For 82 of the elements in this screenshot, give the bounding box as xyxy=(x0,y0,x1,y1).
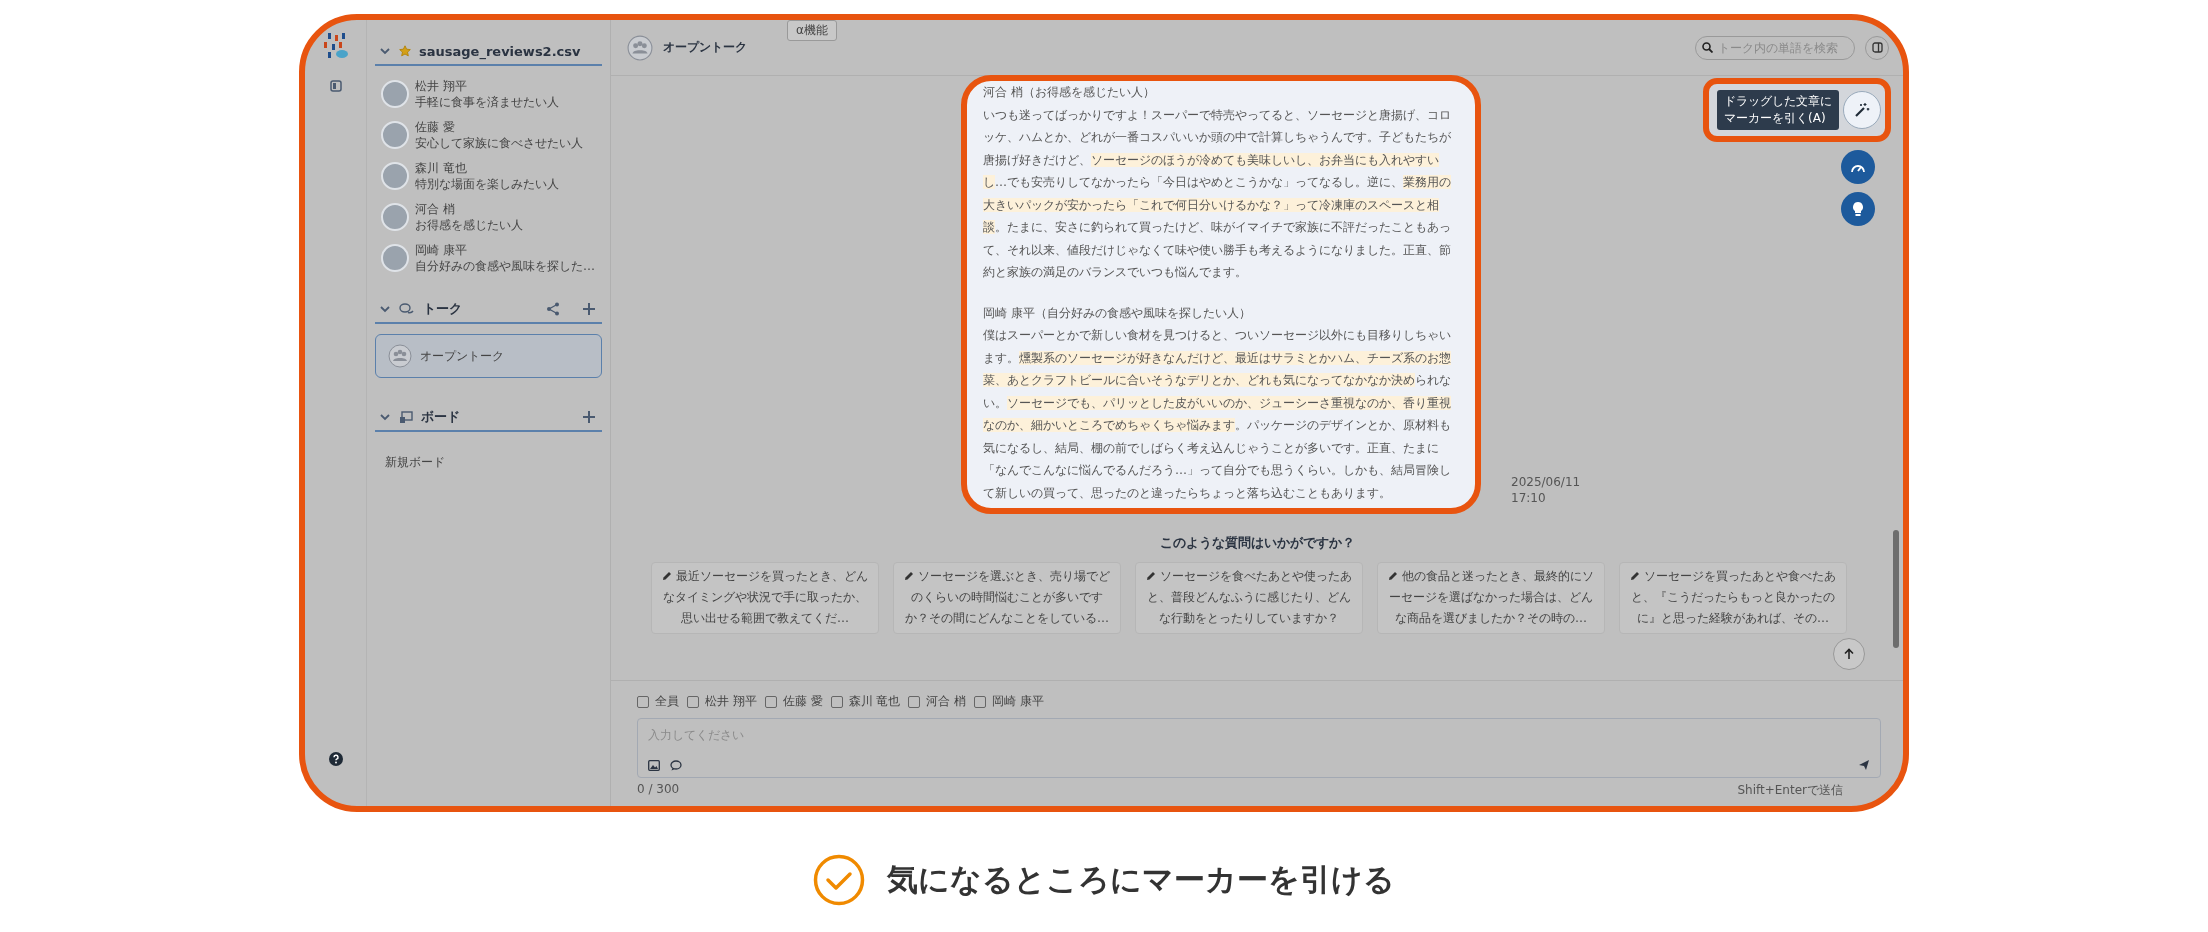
checkbox[interactable] xyxy=(764,695,777,708)
checkbox[interactable] xyxy=(830,695,843,708)
checkbox-label[interactable]: 岡崎 康平 xyxy=(992,693,1045,710)
pencil-icon xyxy=(1630,571,1640,581)
avatar xyxy=(381,244,409,272)
checkbox[interactable] xyxy=(687,695,699,708)
pencil-icon xyxy=(904,571,914,581)
chevron-icon[interactable] xyxy=(379,303,391,315)
talk-title: オープントーク xyxy=(663,39,748,56)
persona-description: 手軽に食事を済ませたい人 xyxy=(415,94,559,110)
alpha-badge: α機能 xyxy=(787,20,837,41)
search-icon xyxy=(1702,41,1713,53)
panel-icon xyxy=(1871,42,1883,53)
checkbox[interactable] xyxy=(908,695,921,708)
message-text: いつも迷ってばっかりですよ！スーパーで特売やってると、ソーセージと唐揚げ、コロッケ、ハムとか、どれが一番コスパいいか頭の中で計算しちゃうんです。子どもたちが唐揚げ好きだけど、ソーセージのほうが冷めても美味しいし、お弁当にも入れやすいし…でも安売りしてなかったら「今日はやめとこうかな」ってなるし。逆に、業務用の大きいパックが安かったら「これで何日分いけるかな？」って冷凍庫のスペースと相談。たまに、安さに釣られて買ったけど、味がイマイチで家族に不評だったこともあって、それ以来、値段だけじゃなくて味や使い勝手も考えるようになりました。正直、節約と家族の満足のバランスでいつも悩んでます。 xyxy=(983,106,1452,281)
chevron-icon[interactable] xyxy=(379,411,391,423)
persona-description: お得感を感じたい人 xyxy=(415,217,523,233)
scrollbar[interactable] xyxy=(1893,530,1899,648)
checkbox-label[interactable]: 河合 梢 xyxy=(926,693,967,710)
chevron-icon[interactable] xyxy=(379,45,391,57)
talk-item[interactable]: オープントーク xyxy=(375,334,602,378)
section-title: トーク xyxy=(423,300,463,318)
persona-name[interactable]: 松井 翔平 xyxy=(415,78,559,94)
suggestions-heading: このような質問はいかがですか？ xyxy=(1158,534,1356,552)
chat-bubbles-icon xyxy=(399,302,415,316)
pencil-icon xyxy=(662,571,672,581)
talk-item[interactable]: 新規ボード xyxy=(375,454,602,471)
caption: 気になるところにマーカーを引ける xyxy=(887,860,1395,899)
suggestion-card[interactable]: 最近ソーセージを買ったとき、どんなタイミングや状況で手に取ったか、思い出せる範囲で教えてくだ… xyxy=(651,562,879,634)
magic-wand-icon xyxy=(1854,102,1870,118)
checkbox-label[interactable]: 森川 竜也 xyxy=(848,693,901,710)
tooltip: ドラッグした文章に マーカーを引く(A) xyxy=(1717,90,1839,130)
image-icon[interactable] xyxy=(648,759,660,771)
persona-description: 安心して家族に食べさせたい人 xyxy=(415,135,583,151)
avatar xyxy=(381,203,409,231)
checkbox[interactable] xyxy=(974,695,987,708)
suggestion-card[interactable]: ソーセージを食べたあとや使ったあと、普段どんなふうに感じたり、どんな行動をとったりしていますか？ xyxy=(1135,562,1363,634)
suggestion-card[interactable]: ソーセージを選ぶとき、売り場でどのくらいの時間悩むことが多いですか？その間にどんなことをしている… xyxy=(893,562,1121,634)
checkbox-label[interactable]: 松井 翔平 xyxy=(705,693,757,710)
persona-name[interactable]: 河合 梢 xyxy=(415,201,523,217)
checkbox[interactable] xyxy=(637,695,649,708)
panel-toggle-icon[interactable] xyxy=(329,80,342,92)
pencil-icon xyxy=(1388,571,1398,581)
add-icon[interactable] xyxy=(582,410,596,424)
character-counter: 0 / 300 xyxy=(637,782,680,798)
persona-name[interactable]: 森川 竜也 xyxy=(415,160,559,176)
avatar xyxy=(381,80,409,108)
persona-description: 自分好みの食感や風味を探した… xyxy=(415,258,595,274)
gauge-button[interactable] xyxy=(1841,150,1875,184)
share-icon[interactable] xyxy=(546,302,560,316)
lightbulb-icon xyxy=(1851,201,1865,217)
marker-button[interactable] xyxy=(1843,91,1881,129)
speaker-name: 河合 梢（お得感を感じたい人） xyxy=(983,84,1156,101)
suggestion-card[interactable]: ソーセージを買ったあとや食べたあと、『こうだったらもっと良かったのに』と思った経験があれば、その… xyxy=(1619,562,1847,634)
suggestion-card[interactable]: 他の食品と迷ったとき、最終的にソーセージを選ばなかった場合は、どんな商品を選びましたか？その時の… xyxy=(1377,562,1605,634)
persona-name[interactable]: 岡崎 康平 xyxy=(415,242,595,258)
message-text: 僕はスーパーとかで新しい食材を見つけると、ついソーセージ以外にも目移りしちゃいます。燻製系のソーセージが好きなんだけど、最近はサラミとかハム、チーズ系のお惣菜、あとクラフトビールに合いそうなデリとか、どれも気になってなかなか決め られない。ソーセージでも、パリッとした皮がいいのか、ジューシーさ重視なのか、香り重視なのか、細かいところでめちゃくちゃ悩みます。パッケージのデザインとか、原材料も気になるし、結局、棚の前でしばらく考え込んじゃうことが多いです。正直、たまに「なんでこんなに悩んでるんだろう…」って自分でも思うくらい。しかも、結局冒険して新しいの買って、思ったのと違ったらちょっと落ち込むこともあります。 xyxy=(983,327,1452,502)
comment-icon[interactable] xyxy=(670,759,682,771)
board-icon xyxy=(399,410,413,424)
avatar xyxy=(381,121,409,149)
scroll-top-button[interactable] xyxy=(1833,638,1865,670)
app-logo[interactable] xyxy=(322,32,349,60)
idea-button[interactable] xyxy=(1841,192,1875,226)
persona-name[interactable]: 佐藤 愛 xyxy=(415,119,583,135)
speaker-name: 岡崎 康平（自分好みの食感や風味を探したい人） xyxy=(983,304,1252,322)
send-hint: Shift+Enterで送信 xyxy=(1737,782,1843,799)
section-title: ボード xyxy=(421,408,461,426)
file-name: sausage_reviews2.csv xyxy=(419,43,582,59)
pencil-icon xyxy=(1146,571,1156,581)
group-icon xyxy=(388,344,412,368)
add-icon[interactable] xyxy=(582,302,596,316)
checkbox-label[interactable]: 全員 xyxy=(655,693,679,710)
check-circle-icon xyxy=(813,854,865,906)
group-icon xyxy=(627,34,653,61)
persona-description: 特別な場面を楽しみたい人 xyxy=(415,176,559,192)
help-icon[interactable] xyxy=(328,752,343,766)
arrow-up-icon xyxy=(1843,648,1855,660)
timestamp: 2025/06/11 17:10 xyxy=(1511,474,1581,506)
checkbox-label[interactable]: 佐藤 愛 xyxy=(782,693,823,710)
star-icon[interactable] xyxy=(399,45,411,57)
send-icon[interactable] xyxy=(1858,759,1870,771)
avatar xyxy=(381,162,409,190)
